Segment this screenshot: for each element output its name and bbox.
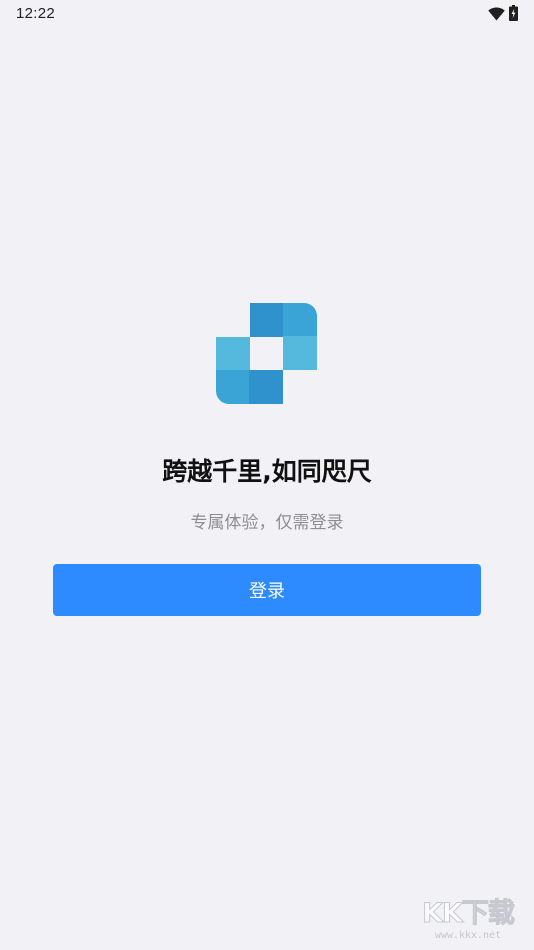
battery-charging-icon	[509, 5, 518, 25]
app-logo-icon	[216, 303, 317, 404]
watermark-url: www.kkx.net	[434, 930, 502, 941]
page-title: 跨越千里,如同咫尺	[162, 457, 372, 486]
login-screen: 12:22 跨越千里,如同咫尺 专属体验，仅需登录 登录 KK下载 www.kk…	[0, 0, 534, 950]
status-bar: 12:22	[0, 0, 534, 28]
watermark-mark: KK下载	[422, 898, 516, 930]
status-time: 12:22	[16, 5, 56, 22]
wifi-icon	[488, 6, 505, 25]
login-button[interactable]: 登录	[53, 564, 481, 616]
status-icons	[488, 5, 518, 25]
watermark-logo: KK下载 www.kkx.net	[408, 898, 528, 946]
subtitle: 专属体验，仅需登录	[190, 513, 344, 533]
